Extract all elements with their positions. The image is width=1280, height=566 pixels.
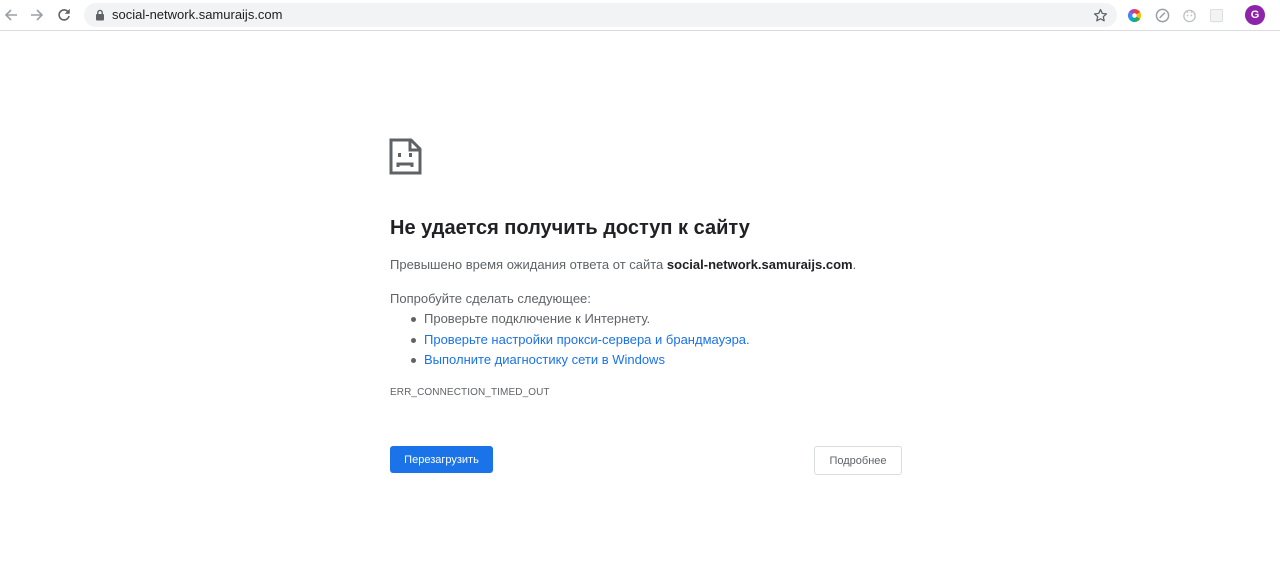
suggestions-title: Попробуйте сделать следующее: — [390, 291, 591, 306]
arrow-left-icon — [4, 9, 17, 21]
gauge-extension-icon[interactable] — [1153, 6, 1171, 24]
suggestion-check-proxy-link[interactable]: Проверьте настройки прокси-сервера и бра… — [408, 332, 750, 353]
sad-page-icon — [389, 138, 422, 175]
suggestion-run-diagnostics-link[interactable]: Выполните диагностику сети в Windows — [408, 352, 750, 373]
address-bar[interactable]: social-network.samuraijs.com — [84, 3, 1117, 27]
url-text[interactable]: social-network.samuraijs.com — [112, 3, 283, 27]
arrow-right-icon — [31, 9, 44, 21]
reload-icon — [58, 9, 70, 21]
suggestion-check-connection: Проверьте подключение к Интернету. — [408, 311, 750, 332]
reload-button[interactable] — [53, 4, 75, 26]
error-description: Превышено время ожидания ответа от сайта… — [390, 257, 856, 272]
description-prefix: Превышено время ожидания ответа от сайта — [390, 257, 667, 272]
error-heading: Не удается получить доступ к сайту — [390, 217, 750, 239]
profile-avatar[interactable]: G — [1245, 5, 1265, 25]
lock-icon — [96, 9, 104, 21]
color-wheel-extension-icon[interactable] — [1125, 6, 1143, 24]
forward-button[interactable] — [26, 4, 48, 26]
reload-page-button[interactable]: Перезагрузить — [390, 446, 493, 473]
browser-toolbar: social-network.samuraijs.com G — [0, 0, 1280, 31]
description-suffix: . — [852, 257, 857, 272]
blank-extension-icon[interactable] — [1207, 6, 1225, 24]
details-button[interactable]: Подробнее — [814, 446, 902, 475]
back-button[interactable] — [0, 4, 22, 26]
bookmark-star-icon[interactable] — [1091, 6, 1109, 24]
error-code: ERR_CONNECTION_TIMED_OUT — [390, 387, 550, 398]
face-extension-icon[interactable] — [1180, 6, 1198, 24]
suggestions-list: Проверьте подключение к Интернету. Прове… — [408, 311, 750, 373]
site-name: social-network.samuraijs.com — [666, 257, 853, 272]
